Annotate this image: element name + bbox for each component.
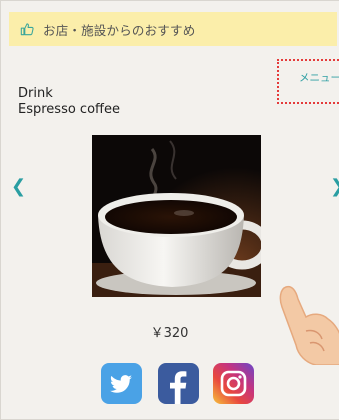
item-price: ￥320 (150, 326, 189, 341)
item-name: Espresso coffee (18, 102, 120, 117)
instagram-icon (220, 370, 247, 397)
thumbs-up-icon (20, 23, 34, 36)
twitter-share-button[interactable] (101, 363, 142, 404)
chevron-left-icon[interactable]: ❮ (11, 178, 26, 196)
instagram-share-button[interactable] (213, 363, 254, 404)
facebook-icon (170, 371, 187, 404)
facebook-share-button[interactable] (158, 363, 199, 404)
banner-text: お店・施設からのおすすめ (43, 22, 196, 38)
product-photo (92, 135, 261, 297)
menu-link-box[interactable]: メニュー (277, 59, 339, 104)
menu-link-label[interactable]: メニュー (299, 70, 339, 85)
recommendation-banner: お店・施設からのおすすめ (9, 12, 337, 46)
twitter-icon (110, 375, 132, 393)
chevron-right-icon[interactable]: ❯ (330, 178, 339, 196)
item-category: Drink (18, 86, 53, 101)
